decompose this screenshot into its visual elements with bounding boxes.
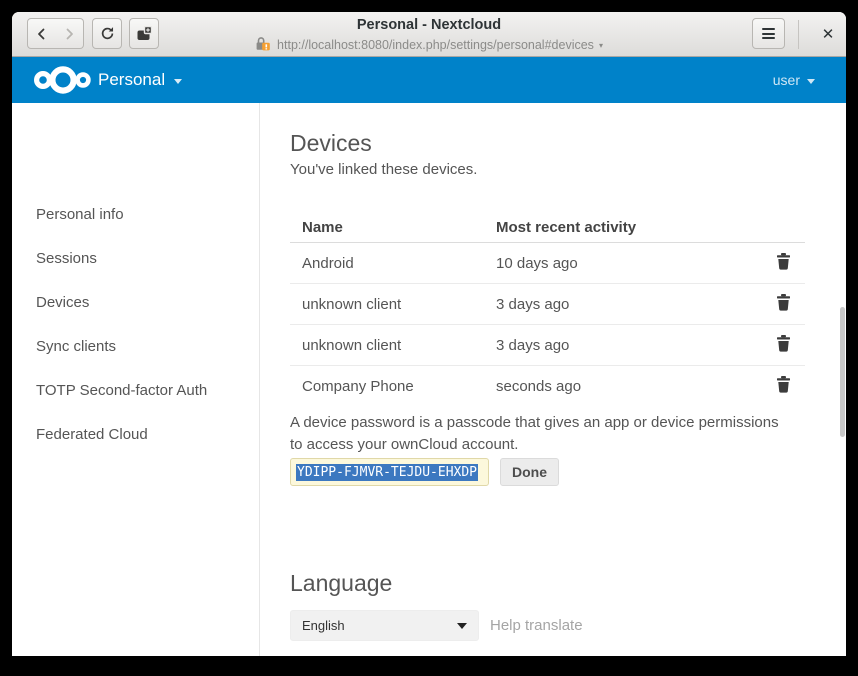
app-menu[interactable]: Personal	[98, 57, 182, 103]
user-menu-label: user	[773, 72, 800, 88]
trash-icon	[776, 335, 791, 356]
delete-device-button[interactable]	[761, 294, 805, 315]
sidebar-item-totp[interactable]: TOTP Second-factor Auth	[36, 382, 207, 399]
table-row: unknown client 3 days ago	[290, 325, 805, 366]
sidebar-item-federated-cloud[interactable]: Federated Cloud	[36, 426, 148, 443]
device-name: unknown client	[290, 337, 496, 354]
url-dropdown-icon[interactable]: ▾	[599, 41, 603, 50]
app-menu-label: Personal	[98, 70, 165, 90]
browser-window: Personal - Nextcloud http://localhost:80…	[12, 12, 846, 656]
delete-device-button[interactable]	[761, 335, 805, 356]
delete-device-button[interactable]	[761, 376, 805, 397]
devices-table: Name Most recent activity Android 10 day…	[290, 213, 805, 407]
window-title: Personal - Nextcloud	[12, 17, 846, 33]
device-password-input[interactable]: YDIPP-FJMVR-TEJDU-EHXDP	[290, 458, 489, 486]
url-text: http://localhost:8080/index.php/settings…	[277, 38, 594, 52]
devices-section-title: Devices	[290, 130, 372, 157]
device-activity: seconds ago	[496, 378, 761, 395]
insecure-lock-icon	[255, 36, 272, 54]
table-row: unknown client 3 days ago	[290, 284, 805, 325]
nextcloud-header: Personal user	[12, 57, 846, 103]
nextcloud-logo-icon[interactable]	[34, 65, 92, 100]
vertical-scrollbar[interactable]	[840, 307, 845, 437]
chevron-down-icon	[457, 623, 467, 629]
device-name: Android	[290, 255, 496, 272]
language-select[interactable]: English	[290, 610, 479, 641]
main-panel: Devices You've linked these devices. Nam…	[261, 103, 846, 656]
trash-icon	[776, 253, 791, 274]
devices-subtitle: You've linked these devices.	[290, 161, 477, 178]
titlebar-separator	[798, 20, 799, 49]
column-header-name: Name	[290, 219, 496, 236]
sidebar-item-personal-info[interactable]: Personal info	[36, 206, 124, 223]
device-name: unknown client	[290, 296, 496, 313]
sidebar-item-devices[interactable]: Devices	[36, 294, 89, 311]
table-row: Company Phone seconds ago	[290, 366, 805, 407]
device-activity: 3 days ago	[496, 337, 761, 354]
sidebar-item-sync-clients[interactable]: Sync clients	[36, 338, 116, 355]
device-name: Company Phone	[290, 378, 496, 395]
done-button[interactable]: Done	[500, 458, 559, 486]
close-button[interactable]: ✕	[815, 20, 841, 48]
language-section-title: Language	[290, 570, 392, 597]
settings-page: Personal info Sessions Devices Sync clie…	[12, 103, 846, 656]
table-row: Android 10 days ago	[290, 243, 805, 284]
device-activity: 3 days ago	[496, 296, 761, 313]
url-bar[interactable]: http://localhost:8080/index.php/settings…	[12, 36, 846, 54]
column-header-activity: Most recent activity	[496, 219, 761, 236]
help-translate-link[interactable]: Help translate	[490, 610, 583, 641]
trash-icon	[776, 376, 791, 397]
language-selected-value: English	[302, 618, 345, 633]
user-menu[interactable]: user	[773, 57, 815, 103]
sidebar-item-sessions[interactable]: Sessions	[36, 250, 97, 267]
table-header-row: Name Most recent activity	[290, 213, 805, 243]
settings-sidebar: Personal info Sessions Devices Sync clie…	[12, 103, 260, 656]
device-password-hint: A device password is a passcode that giv…	[290, 412, 795, 456]
done-button-label: Done	[512, 464, 547, 480]
chevron-down-icon	[174, 79, 182, 84]
device-activity: 10 days ago	[496, 255, 761, 272]
device-password-value: YDIPP-FJMVR-TEJDU-EHXDP	[296, 464, 478, 481]
hamburger-icon	[762, 28, 775, 39]
menu-button[interactable]	[752, 18, 785, 49]
titlebar[interactable]: Personal - Nextcloud http://localhost:80…	[12, 12, 846, 57]
chevron-down-icon	[807, 79, 815, 84]
delete-device-button[interactable]	[761, 253, 805, 274]
trash-icon	[776, 294, 791, 315]
